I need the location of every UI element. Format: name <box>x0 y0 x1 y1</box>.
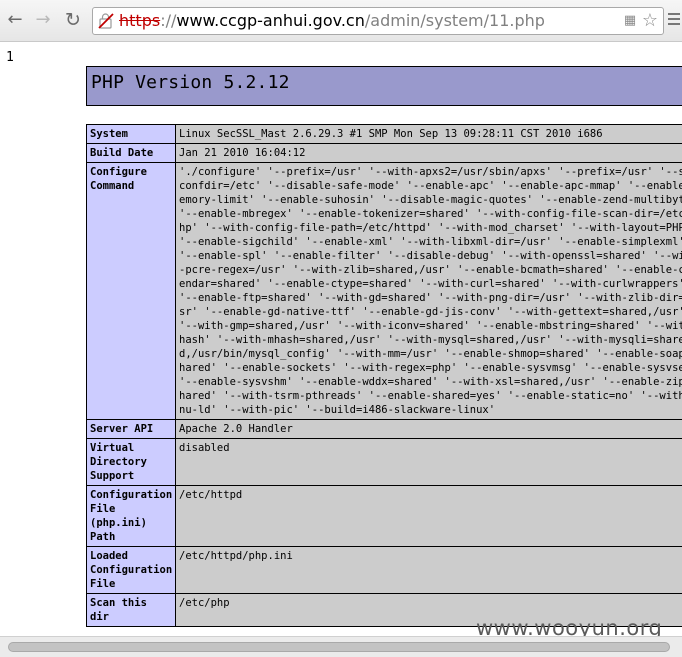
page-number: 1 <box>6 50 14 65</box>
info-row: Configure Command './configure' '--prefix… <box>86 162 682 420</box>
horizontal-scrollbar[interactable] <box>0 636 682 657</box>
info-value: Linux SecSSL_Mast 2.6.29.3 #1 SMP Mon Se… <box>175 124 682 144</box>
info-row: Configuration File (php.ini) Path/etc/ht… <box>86 485 682 547</box>
info-row: Server API Apache 2.0 Handler <box>86 419 682 439</box>
info-key: System <box>86 124 176 144</box>
info-key: Build Date <box>86 143 176 163</box>
info-row: System Linux SecSSL_Mast 2.6.29.3 #1 SMP … <box>86 124 682 144</box>
info-key: Configuration File (php.ini) Path <box>86 485 176 547</box>
scrollbar-thumb[interactable] <box>8 642 670 652</box>
ssl-warning-icon[interactable] <box>98 13 114 29</box>
url-scheme: https <box>119 11 161 30</box>
info-value: /etc/httpd <box>175 485 682 547</box>
url-path: /admin/system/11.php <box>364 11 545 30</box>
php-info-table: System Linux SecSSL_Mast 2.6.29.3 #1 SMP … <box>86 124 682 627</box>
address-bar[interactable]: https://www.ccgp-anhui.gov.cn/admin/syst… <box>92 7 664 35</box>
bookmark-star-icon[interactable]: ☆ <box>641 12 659 30</box>
translate-icon[interactable]: ▦ <box>621 12 639 30</box>
info-value: disabled <box>175 438 682 486</box>
info-value: './configure' '--prefix=/usr' '--with-ap… <box>175 162 682 420</box>
reload-icon[interactable]: ↻ <box>62 9 84 31</box>
info-key: Configure Command <box>86 162 176 420</box>
info-value: /etc/httpd/php.ini <box>175 546 682 594</box>
info-row: Virtual Directory Support disabled <box>86 438 682 486</box>
php-version-header: PHP Version 5.2.12 <box>86 66 682 106</box>
info-key: Virtual Directory Support <box>86 438 176 486</box>
menu-icon[interactable] <box>668 10 682 30</box>
back-icon[interactable]: ← <box>4 9 26 31</box>
info-row: Build Date Jan 21 2010 16:04:12 <box>86 143 682 163</box>
info-key: Server API <box>86 419 176 439</box>
info-row: Loaded Configuration File/etc/httpd/php.… <box>86 546 682 594</box>
info-value: Jan 21 2010 16:04:12 <box>175 143 682 163</box>
info-key: Scan this dir <box>86 593 176 627</box>
url-separator: :// <box>160 11 177 30</box>
forward-icon[interactable]: → <box>32 9 54 31</box>
browser-toolbar: ← → ↻ https://www.ccgp-anhui.gov.cn/admi… <box>0 0 682 42</box>
php-version-title: PHP Version 5.2.12 <box>91 72 290 93</box>
address-url[interactable]: https://www.ccgp-anhui.gov.cn/admin/syst… <box>119 11 545 30</box>
page-content: 1 PHP Version 5.2.12 System Linux SecSSL_… <box>0 42 682 636</box>
info-key: Loaded Configuration File <box>86 546 176 594</box>
url-host: www.ccgp-anhui.gov.cn <box>176 11 365 30</box>
info-value: Apache 2.0 Handler <box>175 419 682 439</box>
watermark-text: www.wooyun.org <box>476 616 663 636</box>
